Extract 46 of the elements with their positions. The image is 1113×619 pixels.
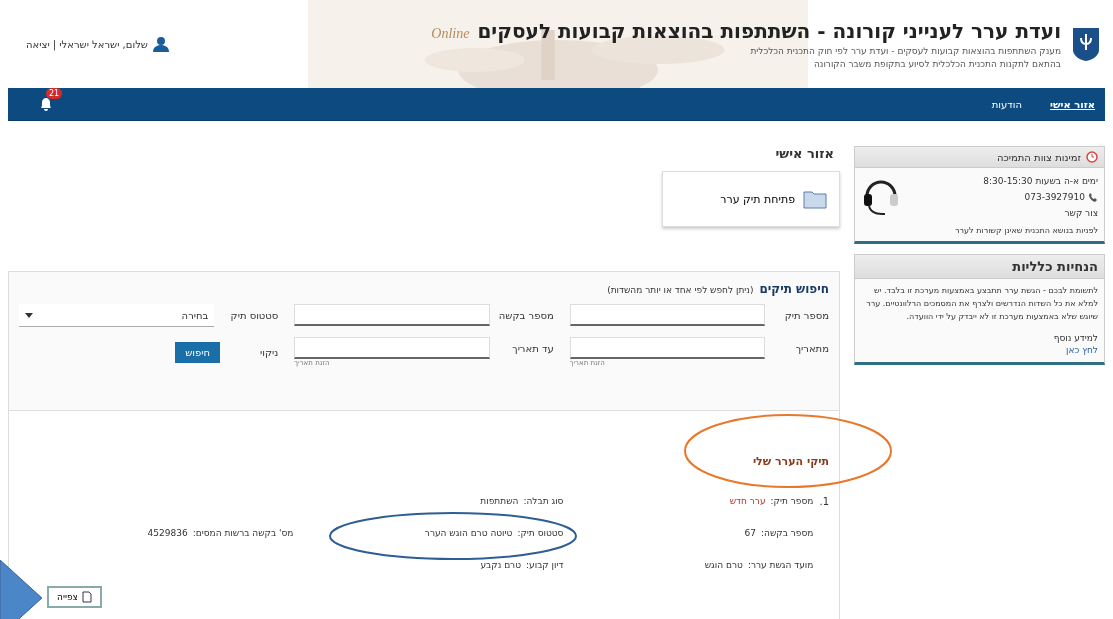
clear-link[interactable]: ניקוי [260,346,279,358]
open-case-button[interactable]: פתיחת תיק ערר [662,171,840,227]
field-label: מועד הגשת ערר: [747,560,814,570]
field-value: טרם נקבע [480,560,522,570]
section-title: תיקי הערר שלי [751,455,829,468]
card-title: הנחיות כלליות [1012,259,1098,274]
more-info-label: למידע נוסף [1052,333,1098,344]
phone-number: 073-3927910 [1024,192,1085,202]
notification-badge: 21 [46,88,63,99]
site-subtitle: מענק השתתפות בהוצאות קבועות לעסקים - ועדת ערר לפי חוק התכנית הכלכלית [749,46,1061,56]
panel-title: חיפוש תיקים [759,282,829,296]
site-title: ועדת ערר לענייני קורונה - השתתפות בהוצאות קבועות לעסקים [477,19,1061,43]
field-label: מתאריך [794,342,829,354]
field-label: מספר בקשה [497,309,554,321]
field-label: סטטוס תיק: [517,528,564,538]
online-tag: Online [431,26,470,42]
status-dropdown[interactable]: בחירה [19,304,215,327]
site-subtitle: בהתאם לתקנות התכנית הכלכלית לסיוע בתקופת משבר הקורונה [812,59,1061,69]
view-button[interactable]: צפייה [47,586,102,608]
contact-link[interactable]: צור קשר [983,208,1098,218]
search-hint: (ניתן לחפש לפי אחד או יותר מהשדות) [607,285,754,295]
section-title: אזור אישי [774,146,834,161]
field-label: סוג תבלה: [523,496,564,506]
item-index: 1. [819,496,829,509]
field-value: 67 [744,528,757,538]
field-label: מספר בקשה: [761,528,814,538]
nav-item[interactable]: אזור אישי [1050,98,1095,110]
field-label: דיון קבוע: [526,560,564,570]
search-button[interactable]: חיפוש [175,341,221,363]
field-value: 4529836 [147,528,188,538]
guidelines-text: לתשומת לבכם - הגשת ערר תתבצע באמצעות מערכת זו בלבד. יש למלא את כל השדות הנדרשים ולצרף את המסמכים הרלוונטיים. ערר שיוגש שלא באמצעות מערכת זו לא ייבדק על ידי הוועדה. [865,285,1098,323]
user-link[interactable]: שלום, ישראל ישראלי | יציאה [26,38,148,50]
nav-item[interactable]: הודעות [991,98,1022,110]
support-hours: ימים א-ה בשעות 8:30-15:30 [983,176,1098,186]
field-value: טרם הוגש [704,560,743,570]
field-value: השתתפות [480,496,519,506]
field-value: ערר חדש [729,496,766,506]
field-value: טיוטה טרם הוגש הערר [424,528,513,538]
more-info-link[interactable]: לחץ כאן [1066,345,1098,356]
field-label: מספר תיק [783,309,829,321]
support-note: לפניות בנושא התכנית שאינן קשורות לערר [954,226,1099,237]
field-label: מספר תיק: [770,496,814,506]
field-label: סטטוס תיק [229,309,279,321]
card-title: זמינות צוות התמיכה [996,151,1081,163]
field-label: מס' בקשה ברשות המסים: [192,528,294,538]
field-label: עד תאריך [511,342,554,354]
